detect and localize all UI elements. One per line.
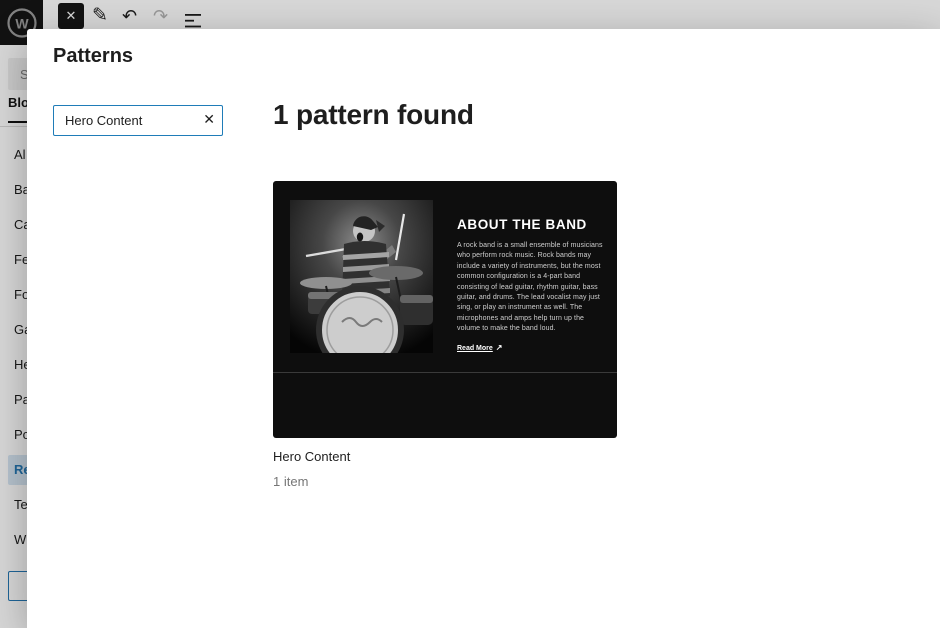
drummer-photo bbox=[290, 200, 433, 353]
read-more-arrow-icon: ↗ bbox=[496, 343, 503, 352]
pattern-search-input[interactable] bbox=[54, 106, 222, 135]
results-count-heading: 1 pattern found bbox=[273, 99, 474, 131]
pattern-preview-text-column: ABOUT THE BAND A rock band is a small en… bbox=[457, 217, 605, 352]
read-more-link: Read More↗ bbox=[457, 343, 605, 352]
wordpress-editor-screen: W ✕ ✎ ↶ ↷ Blo Al Ba Ca bbox=[0, 0, 940, 628]
pattern-item-count: 1 item bbox=[273, 474, 308, 489]
pattern-preview-card[interactable]: ABOUT THE BAND A rock band is a small en… bbox=[273, 181, 617, 438]
pattern-preview-paragraph: A rock band is a small ensemble of music… bbox=[457, 241, 605, 335]
read-more-label: Read More bbox=[457, 345, 493, 352]
patterns-explorer-modal: Patterns ✕ 1 pattern found bbox=[27, 29, 940, 628]
pattern-preview-heading: ABOUT THE BAND bbox=[457, 217, 605, 232]
modal-title: Patterns bbox=[53, 45, 133, 68]
pattern-name-caption: Hero Content bbox=[273, 449, 350, 464]
clear-search-icon[interactable]: ✕ bbox=[203, 111, 215, 128]
pattern-search-field: ✕ bbox=[53, 105, 223, 136]
pattern-preview-divider bbox=[273, 372, 617, 373]
